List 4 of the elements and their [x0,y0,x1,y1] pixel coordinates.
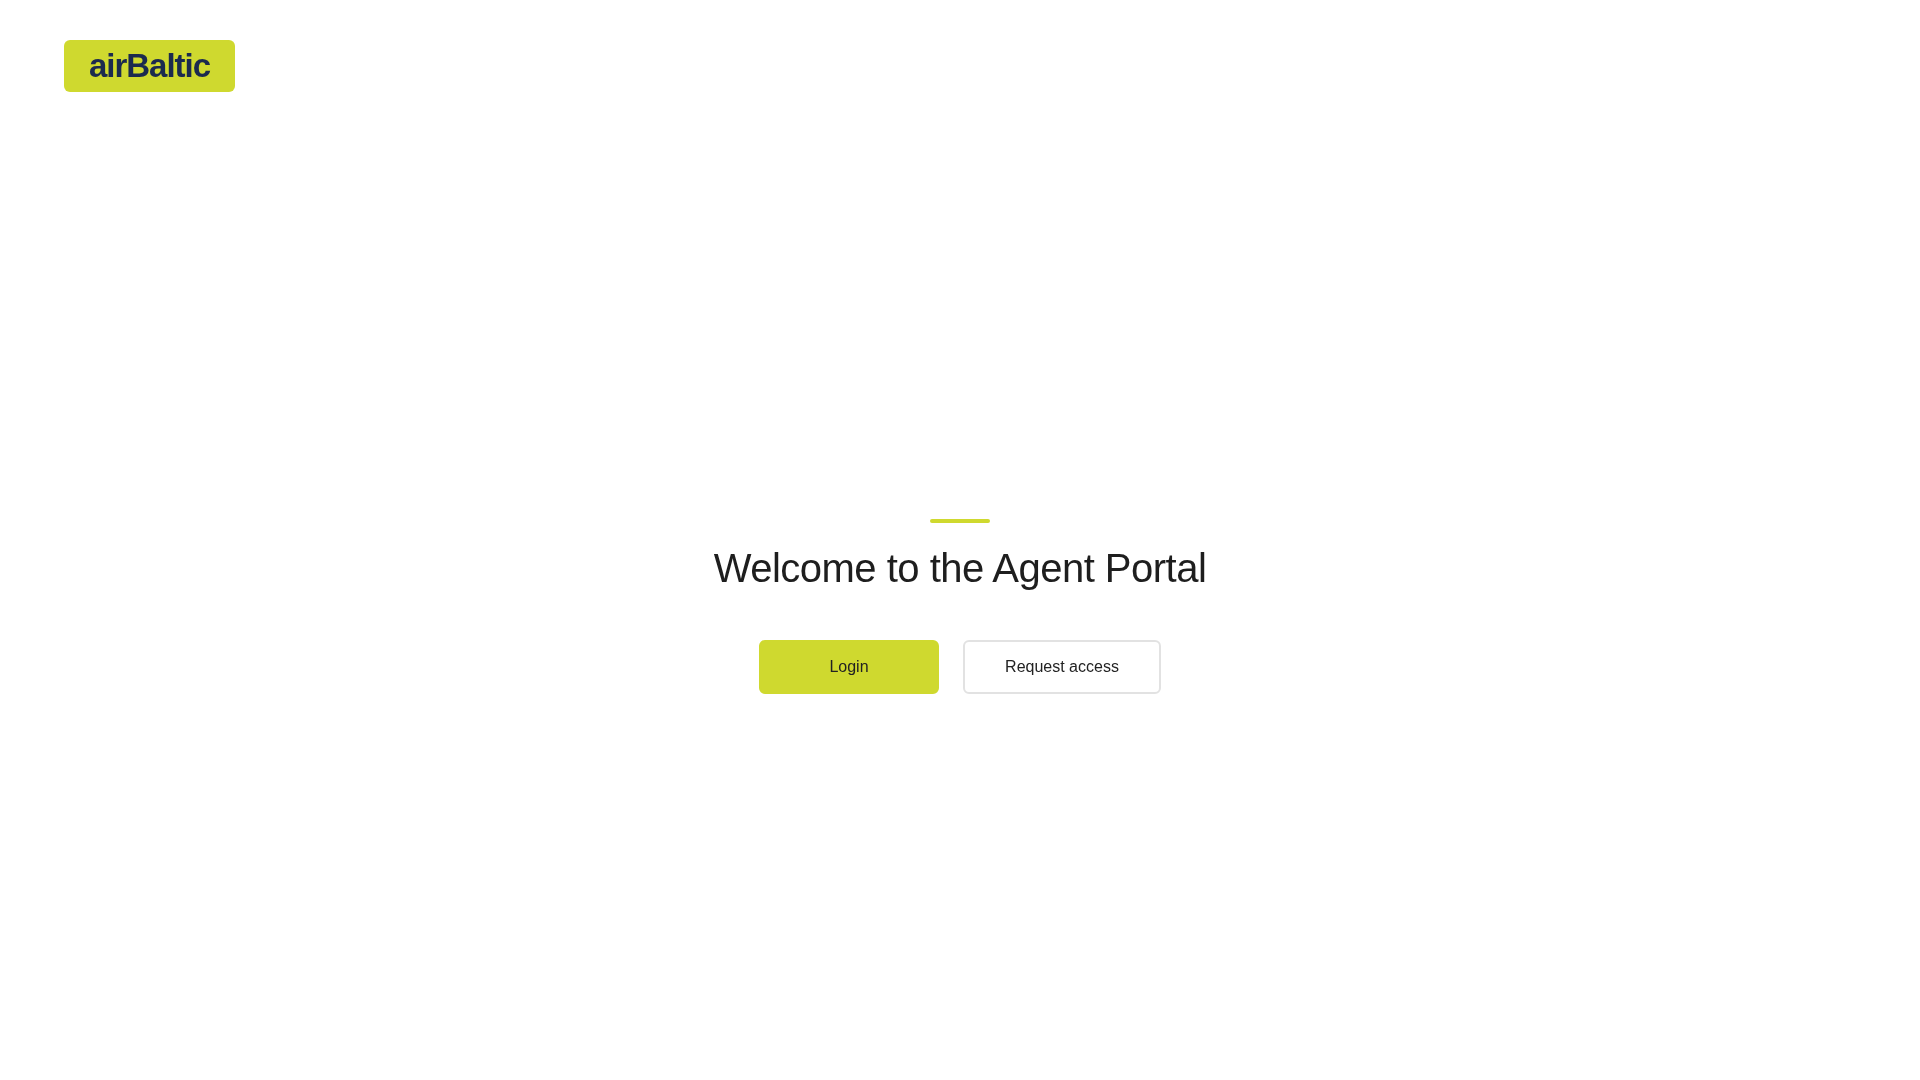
request-access-button[interactable]: Request access [963,640,1161,694]
logo: airBaltic [64,40,235,92]
login-button[interactable]: Login [759,640,939,694]
page-title: Welcome to the Agent Portal [713,545,1207,591]
